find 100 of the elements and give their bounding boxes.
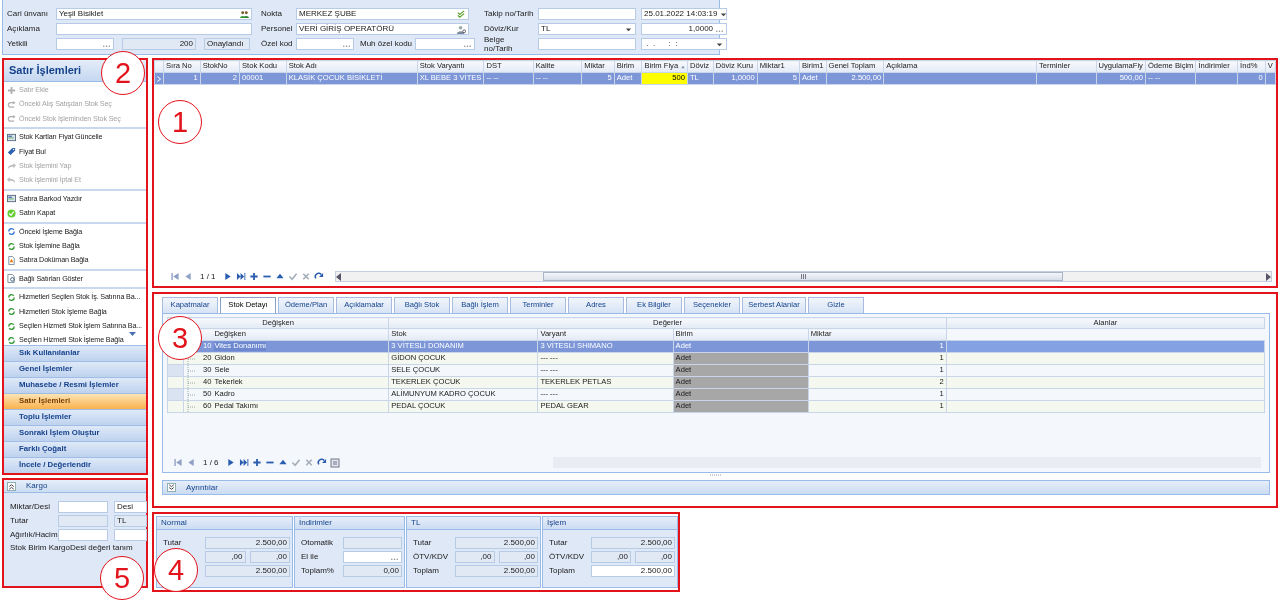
expand-icon[interactable] <box>167 483 176 492</box>
plus-icon[interactable] <box>248 272 259 281</box>
first-page-icon[interactable] <box>173 458 183 467</box>
text-field[interactable] <box>56 23 252 35</box>
document-search-icon[interactable] <box>7 274 16 284</box>
readonly-field: 0,00 <box>343 565 402 577</box>
text-field[interactable] <box>58 501 108 513</box>
page-indicator: 1 / 6 <box>202 457 220 468</box>
lookup-field[interactable] <box>343 551 402 563</box>
refresh-icon[interactable] <box>316 458 327 467</box>
text-field[interactable]: 2.500,00 <box>591 565 675 577</box>
panel-title: İndirimler <box>295 517 404 530</box>
next-icon[interactable] <box>225 458 236 467</box>
field-label: Tutar <box>549 538 569 548</box>
refresh-icon[interactable] <box>313 272 324 281</box>
previous-icon[interactable] <box>186 458 196 467</box>
grip-icon[interactable] <box>709 474 723 477</box>
text-field[interactable] <box>114 529 147 541</box>
dropdown[interactable]: TL <box>538 23 637 35</box>
field-label: Takip no/Tarih <box>484 9 535 19</box>
first-page-icon[interactable] <box>170 272 180 281</box>
card-icon[interactable] <box>7 132 16 142</box>
readonly-field: ,00 <box>455 551 495 563</box>
field-label: Toplam <box>413 566 440 576</box>
text-field[interactable]: Desi <box>114 501 147 513</box>
readonly-field: ,00 <box>591 551 631 563</box>
check-icon[interactable] <box>287 272 298 281</box>
readonly-field: 2.500,00 <box>455 537 538 549</box>
lookup-field[interactable]: 1,0000 <box>641 23 728 35</box>
readonly-field: 2.500,00 <box>455 565 538 577</box>
lookup-field[interactable] <box>415 38 476 50</box>
tag-icon[interactable] <box>7 147 16 157</box>
field-label: Nokta <box>261 9 283 19</box>
readonly-field: ,00 <box>205 551 246 563</box>
text-field[interactable] <box>58 529 108 541</box>
next-icon[interactable] <box>222 272 233 281</box>
readonly-field: 2.500,00 <box>205 537 290 549</box>
sync-icon[interactable] <box>7 292 16 302</box>
scroll-left-icon[interactable] <box>335 272 342 281</box>
text-field[interactable]: VERİ GİRİŞ OPERATÖRÜ <box>296 23 469 35</box>
field-label: El ile <box>301 552 320 562</box>
page-indicator: 1 / 1 <box>199 271 217 282</box>
scroll-down-icon[interactable] <box>129 332 136 337</box>
tree-line <box>184 377 197 388</box>
readonly-field: 200 <box>122 38 196 50</box>
sync-icon[interactable] <box>7 335 16 345</box>
check-icon[interactable] <box>290 458 301 467</box>
field-label: Muh özel kodu <box>360 39 413 49</box>
document-icon[interactable] <box>7 256 16 265</box>
sync-icon[interactable] <box>7 321 16 331</box>
sync-icon[interactable] <box>7 307 16 317</box>
sync-icon[interactable] <box>7 241 16 251</box>
plus-icon[interactable] <box>251 458 262 467</box>
check-circle-icon[interactable] <box>7 208 16 218</box>
text-field[interactable] <box>538 8 637 20</box>
card-icon[interactable] <box>7 194 16 204</box>
tree-line <box>184 389 197 400</box>
field-label: Özel kod <box>261 39 293 49</box>
horizontal-scrollbar[interactable] <box>334 271 1272 282</box>
field-label: Otomatik <box>301 538 334 548</box>
scroll-right-icon[interactable] <box>1265 272 1271 281</box>
people-icon[interactable] <box>240 9 249 19</box>
sync-icon[interactable] <box>7 227 16 237</box>
field-label: ÖTV/KDV <box>549 552 586 562</box>
text-field[interactable]: MERKEZ ŞUBE <box>296 8 469 20</box>
readonly-field: TL <box>114 515 147 527</box>
field-label: Tutar <box>10 516 30 526</box>
last-page-icon[interactable] <box>238 458 249 467</box>
text-field[interactable]: Yeşil Bisiklet <box>56 8 252 20</box>
panel-title: Satır İşlemleri <box>9 64 82 77</box>
panel-title: Kargo <box>26 481 48 491</box>
tree-line <box>184 401 197 412</box>
field-label: Ağırlık/Hacim <box>10 530 56 540</box>
field-label: Toplam% <box>301 566 335 576</box>
note-text: Stok Birim KargoDesi değeri tanım <box>10 543 134 553</box>
readonly-field: ,00 <box>249 551 290 563</box>
up-arrow-icon[interactable] <box>274 272 285 281</box>
previous-icon[interactable] <box>183 272 193 281</box>
field-label: Miktar/Desi <box>10 502 51 512</box>
document-icon[interactable] <box>329 457 340 468</box>
field-label: Tutar <box>413 538 433 548</box>
field-label: Tutar <box>163 538 183 548</box>
last-page-icon[interactable] <box>235 272 246 281</box>
lookup-field[interactable] <box>56 38 114 50</box>
field-label: Döviz/Kur <box>484 24 520 34</box>
check-icon[interactable] <box>457 9 466 19</box>
text-field[interactable] <box>538 38 637 50</box>
dropdown[interactable]: 25.01.2022 14:03:19 <box>641 8 728 20</box>
collapse-icon[interactable] <box>7 481 16 491</box>
up-arrow-icon[interactable] <box>277 458 288 467</box>
readonly-field <box>58 515 108 527</box>
panel-title: İşlem <box>543 517 677 530</box>
lookup-field[interactable] <box>296 38 354 50</box>
row-indicator-icon[interactable] <box>155 74 163 83</box>
readonly-field: 2.500,00 <box>591 537 675 549</box>
user-icon[interactable] <box>457 24 466 34</box>
sort-ascending-icon[interactable] <box>679 64 686 70</box>
panel-title: Normal <box>157 517 292 530</box>
panel-title: Ayrıntılar <box>186 482 218 493</box>
dropdown[interactable]: . . : : <box>641 38 728 50</box>
